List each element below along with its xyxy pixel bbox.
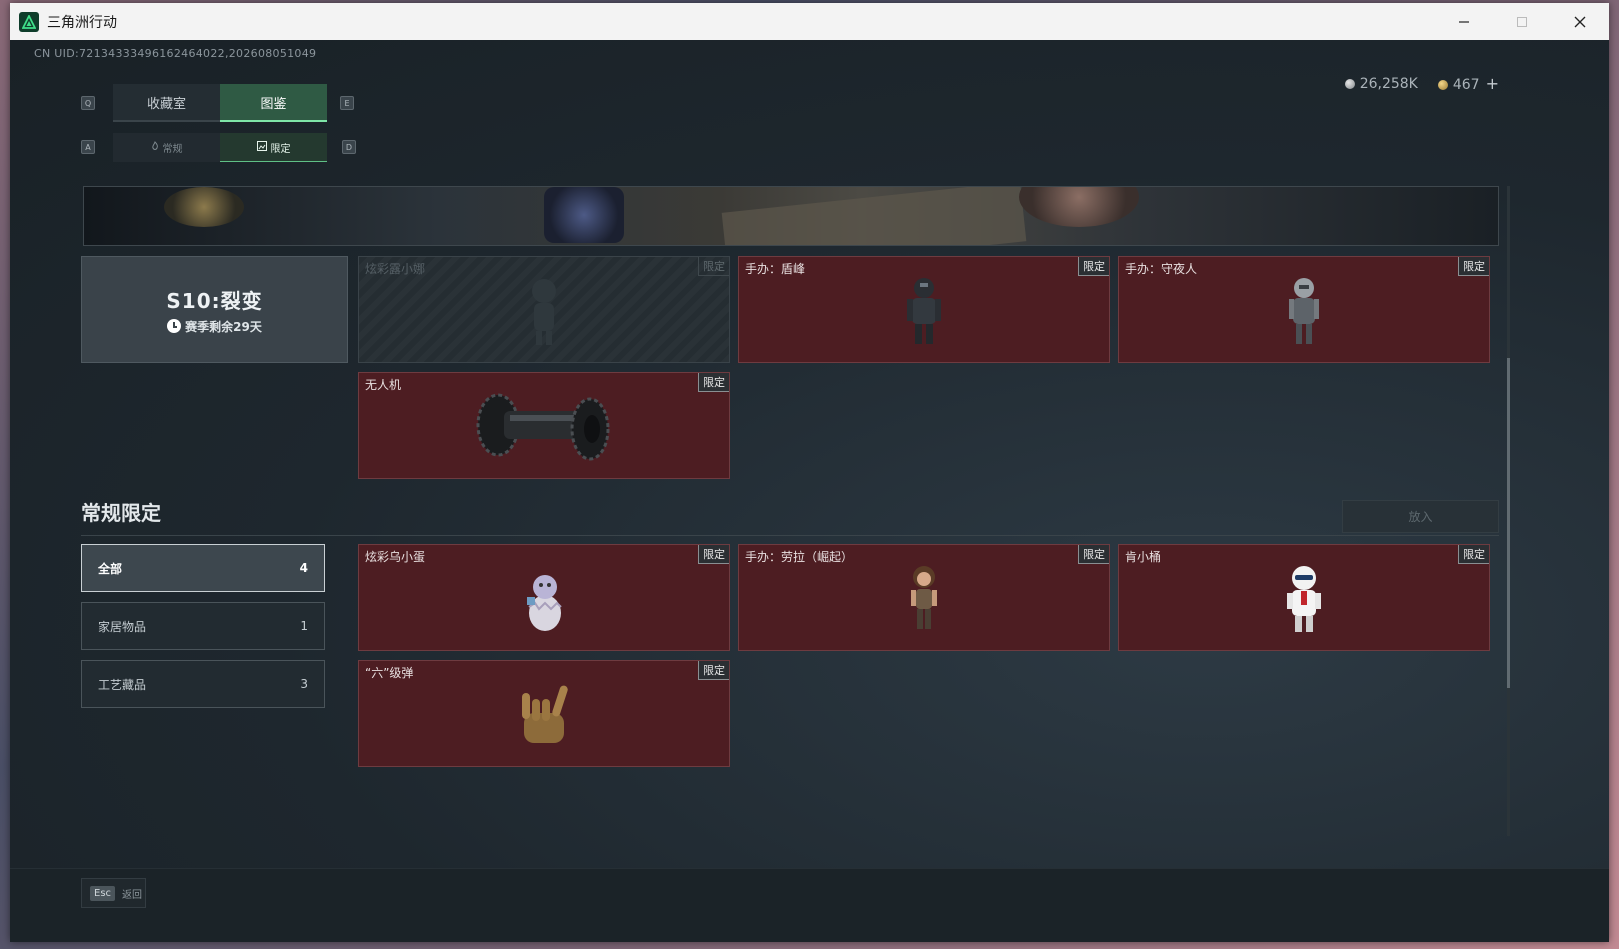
- colonel-figure-icon: [1281, 563, 1327, 639]
- item-card[interactable]: 手办：守夜人 限定: [1118, 256, 1490, 363]
- limited-badge: 限定: [698, 373, 729, 392]
- item-card[interactable]: 手办：盾峰 限定: [738, 256, 1110, 363]
- item-name: 手办：守夜人: [1125, 262, 1198, 276]
- section-divider: [81, 535, 1499, 536]
- scrollbar-thumb[interactable]: [1507, 358, 1510, 688]
- season-remaining: 赛季剩余29天: [167, 318, 262, 335]
- item-card[interactable]: 肯小桶 限定: [1118, 544, 1490, 651]
- minimize-icon[interactable]: [1435, 3, 1493, 40]
- limited-badge: 限定: [698, 661, 729, 680]
- banner-decoration: [1019, 187, 1139, 227]
- limited-badge: 限定: [1078, 257, 1109, 276]
- item-name: “六”级弹: [365, 666, 414, 680]
- back-button[interactable]: Esc 返回: [81, 878, 146, 908]
- lara-figure-icon: [904, 563, 944, 639]
- filter-label: 家居物品: [98, 619, 147, 634]
- gold-currency: 467 +: [1437, 74, 1499, 93]
- subtab-regular-label: 常规: [162, 144, 183, 155]
- limited-badge: 限定: [698, 545, 729, 564]
- item-card[interactable]: 炫彩乌小蛋 限定: [358, 544, 730, 651]
- tab-collection-room[interactable]: 收藏室: [113, 84, 220, 122]
- item-card[interactable]: 手办：劳拉（崛起） 限定: [738, 544, 1110, 651]
- banner-decoration: [544, 187, 624, 243]
- window-controls: [1435, 3, 1609, 40]
- maximize-icon[interactable]: [1493, 3, 1551, 40]
- key-hint-a: A: [81, 140, 95, 154]
- sub-tabs: 常规 限定: [113, 133, 327, 162]
- section-title: 常规限定: [81, 501, 161, 525]
- esc-key-hint: Esc: [90, 885, 116, 901]
- filter-label: 工艺藏品: [98, 677, 147, 692]
- app-logo-icon: [19, 11, 39, 32]
- subtab-regular[interactable]: 常规: [113, 133, 220, 162]
- item-name: 肯小桶: [1125, 550, 1162, 564]
- filter-count: 3: [300, 677, 308, 691]
- item-name: 无人机: [365, 378, 402, 392]
- silver-coin-icon: [1344, 78, 1355, 89]
- gold-coin-icon: [1437, 80, 1448, 90]
- key-hint-e: E: [340, 96, 354, 110]
- put-in-button[interactable]: 放入: [1342, 500, 1499, 533]
- egg-figure-icon: [521, 563, 567, 639]
- title-bar: 三角洲行动: [10, 3, 1609, 40]
- subtab-limited-label: 限定: [270, 143, 291, 155]
- window-title: 三角洲行动: [47, 14, 117, 31]
- back-label: 返回: [122, 889, 143, 901]
- key-hint-q: Q: [81, 96, 95, 110]
- image-icon: [256, 140, 267, 154]
- filter-count: 1: [300, 619, 308, 633]
- uid-label: CN UID:7213433349616246402​2,20260805104…: [34, 47, 317, 60]
- limited-badge: 限定: [1458, 257, 1489, 276]
- close-icon[interactable]: [1551, 3, 1609, 40]
- silver-currency: 26,258K: [1344, 75, 1418, 92]
- key-hint-d: D: [342, 140, 356, 154]
- bottom-bar: Esc 返回: [10, 868, 1609, 942]
- item-card[interactable]: “六”级弹 限定: [358, 660, 730, 767]
- banner-decoration: [164, 187, 244, 227]
- silver-amount: 26,258K: [1359, 75, 1418, 92]
- flame-icon: [151, 141, 159, 154]
- tab-catalog[interactable]: 图鉴: [220, 84, 327, 122]
- item-card-locked[interactable]: 炫彩露小娜 限定: [358, 256, 730, 363]
- filter-home-items[interactable]: 家居物品 1: [81, 602, 325, 650]
- gold-amount: 467: [1452, 77, 1480, 93]
- filter-all[interactable]: 全部 4: [81, 544, 325, 592]
- drone-icon: [474, 387, 614, 471]
- item-name: 炫彩乌小蛋: [365, 550, 426, 564]
- golden-hand-icon: [514, 679, 574, 755]
- filter-label: 全部: [98, 561, 123, 576]
- limited-badge: 限定: [1078, 545, 1109, 564]
- season-banner-image: [83, 186, 1499, 246]
- filter-crafts[interactable]: 工艺藏品 3: [81, 660, 325, 708]
- app-window: 三角洲行动 CN UID:7213433349616246402​2,20260…: [10, 3, 1609, 942]
- filter-count: 4: [299, 561, 308, 575]
- item-name: 炫彩露小娜: [365, 262, 426, 276]
- clock-icon: [167, 319, 182, 333]
- season-remaining-label: 赛季剩余29天: [185, 319, 262, 334]
- season-title: S10:裂变: [166, 288, 263, 313]
- add-currency-button[interactable]: +: [1486, 74, 1499, 93]
- night-watchman-figure-icon: [1284, 275, 1324, 351]
- item-card[interactable]: 无人机 限定: [358, 372, 730, 479]
- banner-decoration: [721, 187, 1027, 245]
- limited-badge: 限定: [1458, 545, 1489, 564]
- main-tabs: 收藏室 图鉴: [113, 84, 327, 122]
- currency-bar: 26,258K 467 +: [1344, 74, 1499, 93]
- item-name: 手办：劳拉（崛起）: [745, 550, 854, 564]
- main-content: CN UID:7213433349616246402​2,20260805104…: [10, 40, 1609, 942]
- armored-figure-icon: [901, 275, 947, 351]
- season-card: S10:裂变 赛季剩余29天: [81, 256, 348, 363]
- figure-silhouette-icon: [519, 275, 569, 351]
- subtab-limited[interactable]: 限定: [220, 133, 327, 162]
- limited-badge: 限定: [698, 257, 729, 276]
- item-name: 手办：盾峰: [745, 262, 806, 276]
